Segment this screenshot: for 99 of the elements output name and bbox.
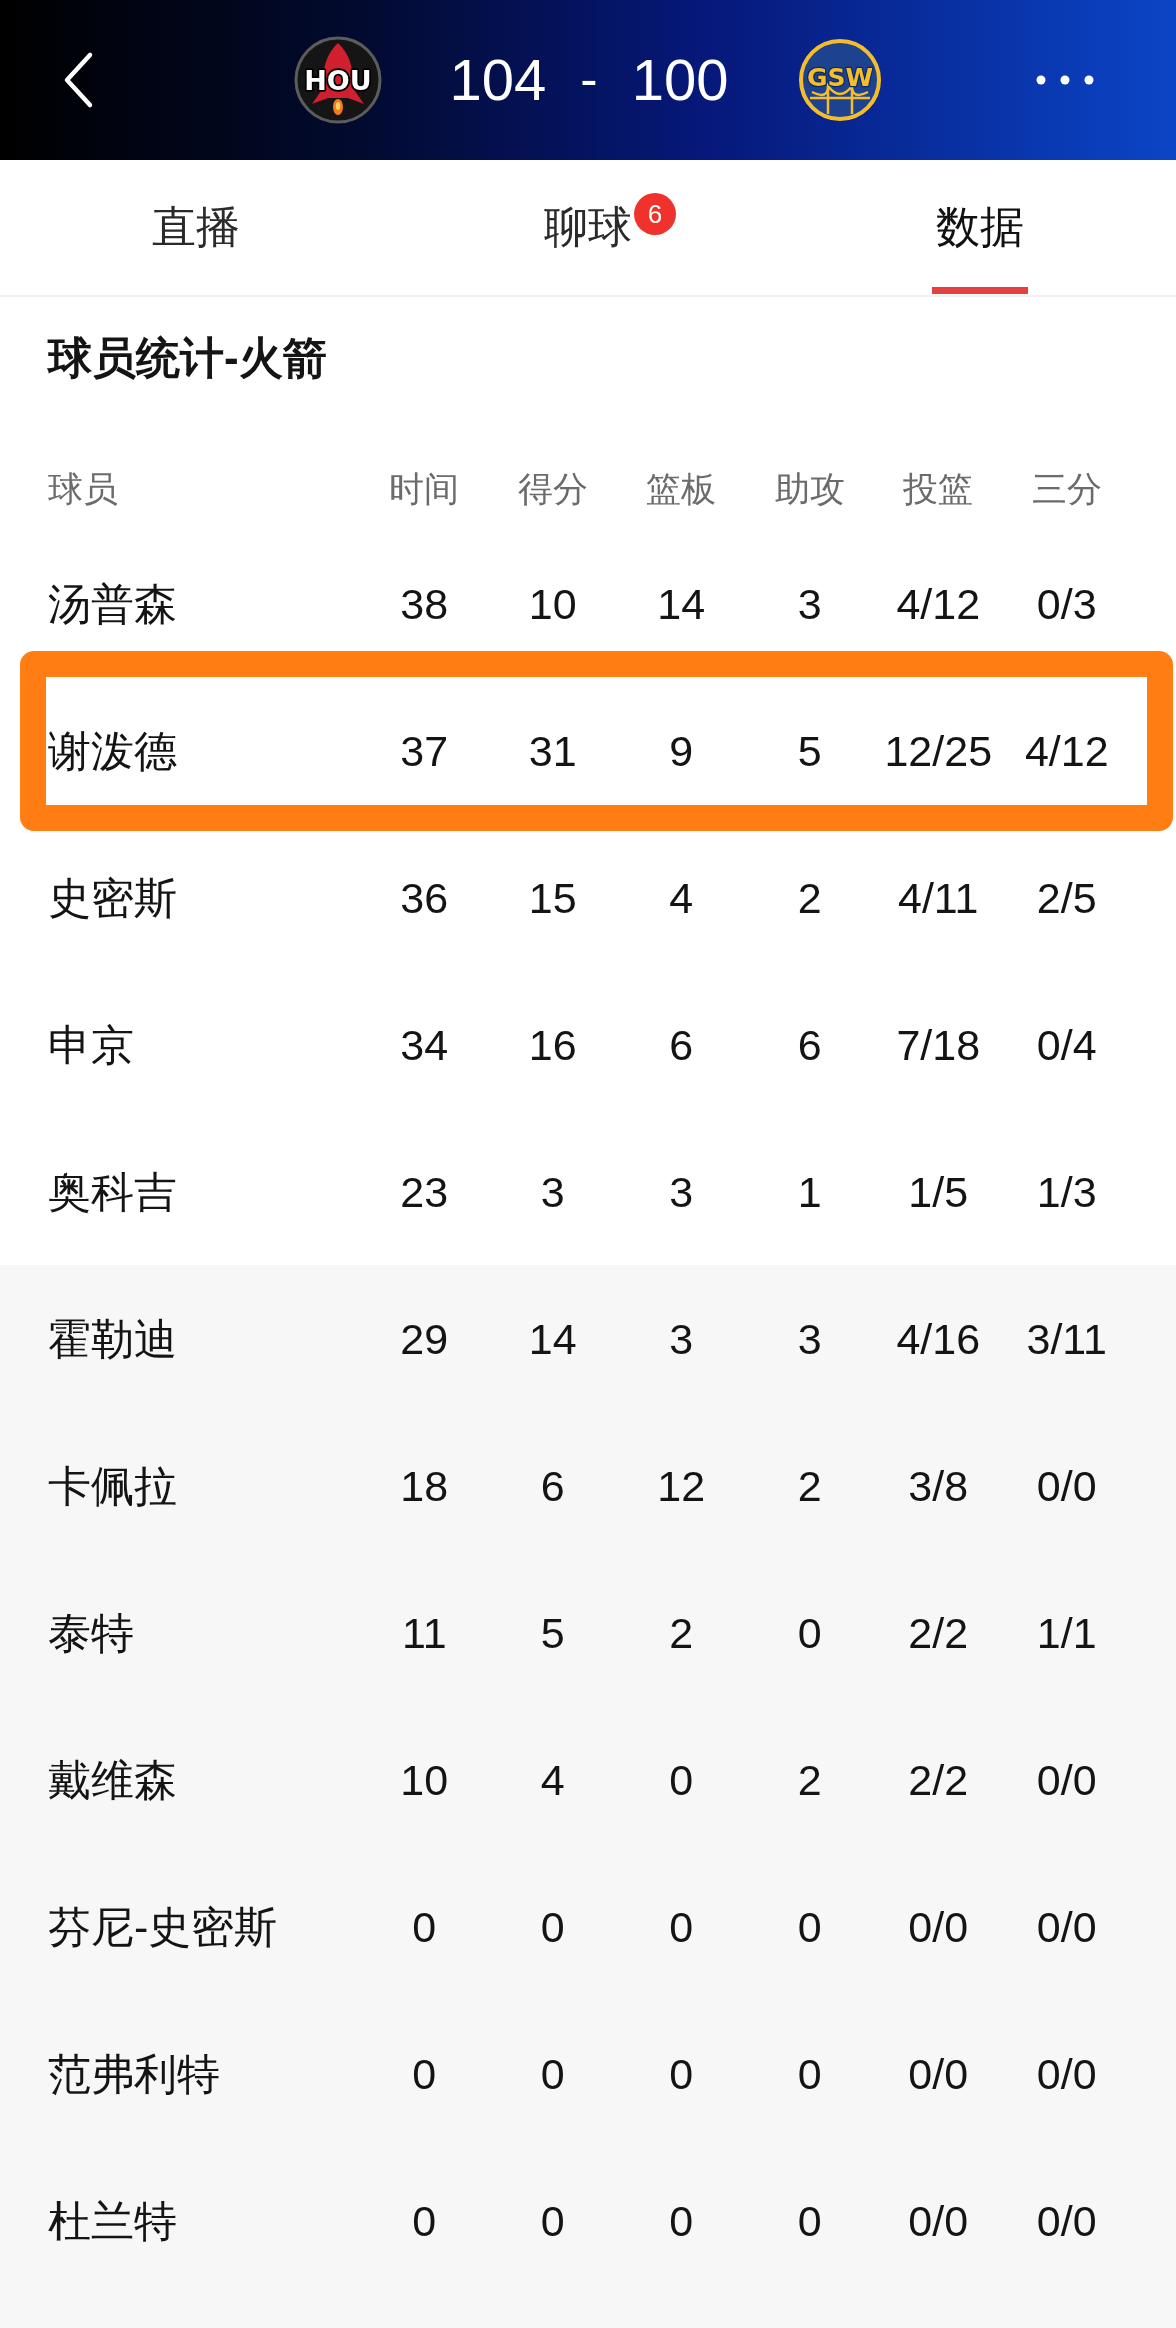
column-header: 球员	[48, 469, 118, 509]
stat-value: 1/3	[1036, 1166, 1097, 1218]
column-header: 得分	[517, 469, 588, 509]
stat-value: 3	[797, 578, 822, 630]
stat-value: 34	[400, 1019, 449, 1071]
column-header: 时间	[389, 469, 460, 509]
player-name: 芬尼-史密斯	[48, 1901, 278, 1953]
stat-value: 3/8	[908, 1460, 969, 1512]
stat-value: 18	[400, 1460, 449, 1512]
stat-value: 3	[669, 1313, 694, 1365]
stat-value: 0	[412, 2195, 437, 2247]
stat-value: 0	[669, 1754, 694, 1806]
stat-value: 0	[797, 2048, 822, 2100]
stat-value: 1/5	[908, 1166, 969, 1218]
stat-value: 12/25	[884, 725, 993, 777]
player-name: 汤普森	[48, 578, 177, 630]
stat-value: 2/2	[908, 1607, 969, 1659]
player-name: 杜兰特	[48, 2195, 177, 2247]
stat-value: 0	[540, 2195, 565, 2247]
column-header: 三分	[1031, 469, 1102, 509]
stat-value: 0	[412, 1901, 437, 1953]
stat-value: 2/2	[908, 1754, 969, 1806]
stat-value: 4/16	[896, 1313, 981, 1365]
stat-value: 0/0	[1036, 1901, 1097, 1953]
column-header: 篮板	[646, 469, 717, 509]
more-icon[interactable]	[1036, 75, 1094, 85]
stat-value: 0/0	[1036, 1460, 1097, 1512]
stat-value: 0/0	[908, 2048, 969, 2100]
stat-value: 3	[797, 1313, 822, 1365]
stat-value: 7/18	[896, 1019, 981, 1071]
stat-value: 0	[669, 2048, 694, 2100]
stat-value: 0	[669, 1901, 694, 1953]
stat-value: 14	[657, 578, 706, 630]
stat-value: 0	[797, 1607, 822, 1659]
stat-value: 4	[540, 1754, 565, 1806]
player-name: 范弗利特	[48, 2048, 220, 2100]
player-name: 戴维森	[48, 1754, 177, 1806]
stat-value: 0	[540, 1901, 565, 1953]
stat-value: 38	[400, 578, 449, 630]
count-badge: 6	[634, 193, 676, 236]
player-name: 霍勒迪	[48, 1313, 177, 1365]
stat-value: 2	[797, 872, 822, 924]
away-score: 100	[631, 48, 729, 112]
stat-value: 37	[400, 725, 449, 777]
section-title: 球员统计-火箭	[48, 332, 327, 384]
stat-value: 10	[528, 578, 577, 630]
column-header: 投篮	[903, 469, 974, 509]
stat-value: 0	[669, 2195, 694, 2247]
stat-value: 0	[797, 1901, 822, 1953]
stat-value: 11	[401, 1607, 447, 1659]
stat-value: 4	[669, 872, 694, 924]
player-name: 谢泼德	[48, 725, 177, 777]
stat-value: 5	[797, 725, 822, 777]
stat-value: 3	[669, 1166, 694, 1218]
stat-value: 3	[540, 1166, 565, 1218]
stat-value: 0	[540, 2048, 565, 2100]
score-separator: -	[580, 51, 598, 109]
stat-value: 0/0	[1036, 1754, 1097, 1806]
stat-value: 6	[797, 1019, 822, 1071]
back-icon[interactable]	[62, 51, 94, 109]
player-name: 卡佩拉	[48, 1460, 177, 1512]
stat-value: 4/12	[1024, 725, 1109, 777]
stat-value: 36	[400, 872, 449, 924]
stat-value: 0	[797, 2195, 822, 2247]
stat-value: 29	[400, 1313, 449, 1365]
stat-value: 0/0	[1036, 2195, 1097, 2247]
stat-value: 14	[528, 1313, 577, 1365]
stat-value: 0	[412, 2048, 437, 2100]
stat-value: 3/11	[1026, 1313, 1107, 1365]
stat-value: 9	[669, 725, 694, 777]
stat-value: 6	[669, 1019, 694, 1071]
stat-value: 2/5	[1036, 872, 1097, 924]
stat-value: 1	[797, 1166, 822, 1218]
stat-value: 4/11	[898, 872, 979, 924]
player-name: 史密斯	[48, 872, 177, 924]
player-name: 泰特	[48, 1607, 134, 1659]
column-header: 助攻	[774, 469, 845, 509]
stat-value: 2	[669, 1607, 694, 1659]
stat-value: 10	[400, 1754, 449, 1806]
stat-value: 0/0	[1036, 2048, 1097, 2100]
player-name: 申京	[48, 1019, 134, 1071]
stat-value: 16	[528, 1019, 577, 1071]
stat-value: 6	[540, 1460, 565, 1512]
stat-value: 1/1	[1036, 1607, 1097, 1659]
stat-value: 2	[797, 1460, 822, 1512]
stat-value: 4/12	[896, 578, 981, 630]
stat-value: 2	[797, 1754, 822, 1806]
home-score: 104	[449, 48, 547, 112]
stat-value: 5	[540, 1607, 565, 1659]
stat-value: 12	[657, 1460, 706, 1512]
stat-value: 23	[400, 1166, 449, 1218]
stat-value: 0/0	[908, 2195, 969, 2247]
team-logo: GSW	[798, 38, 883, 122]
stat-value: 15	[528, 872, 577, 924]
stat-value: 0/3	[1036, 578, 1097, 630]
stat-value: 31	[528, 725, 577, 777]
stat-value: 0/0	[908, 1901, 969, 1953]
player-name: 奥科吉	[48, 1166, 177, 1218]
stat-value: 0/4	[1036, 1019, 1097, 1071]
